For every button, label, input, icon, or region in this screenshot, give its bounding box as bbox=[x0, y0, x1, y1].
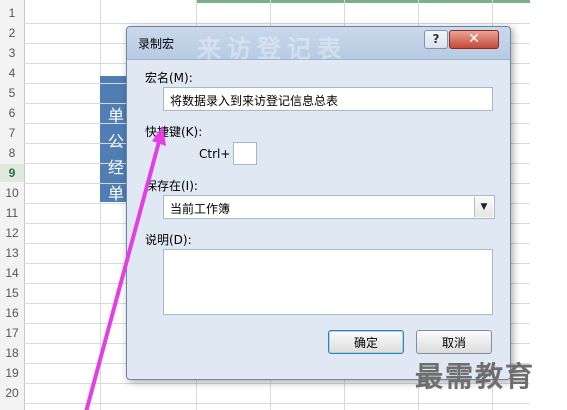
arrow-head bbox=[152, 126, 166, 146]
brand-watermark: 最需教育 bbox=[415, 360, 536, 393]
arrow-shaft bbox=[84, 137, 162, 410]
annotation-arrow bbox=[84, 126, 166, 410]
